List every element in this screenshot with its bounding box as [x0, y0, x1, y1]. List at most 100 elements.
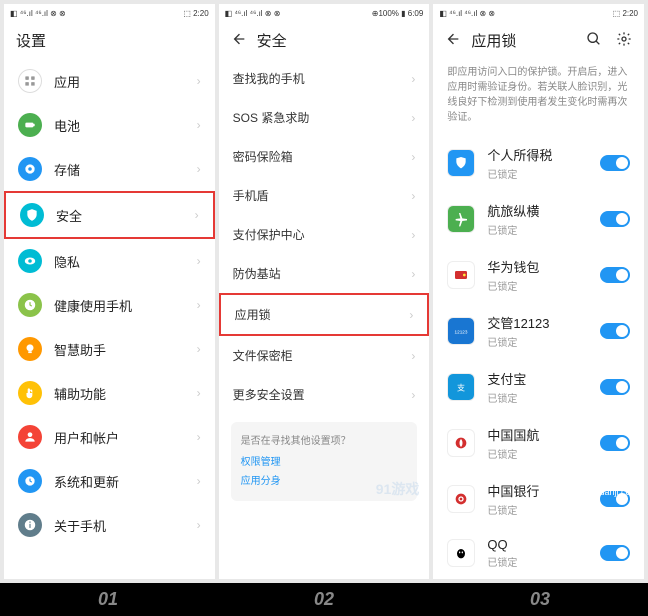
app-row-6: 中国银行已锁定 — [433, 471, 644, 527]
security-row-0[interactable]: 查找我的手机› — [219, 59, 430, 98]
toggle-switch[interactable] — [600, 379, 630, 395]
toggle-switch[interactable] — [600, 267, 630, 283]
row-label: SOS 紧急求助 — [233, 109, 310, 126]
status-left: ◧ ⁴⁶.ıl ⁴⁶.ıl ⊗ ⊗ — [439, 9, 495, 18]
settings-row-10[interactable]: 关于手机› — [4, 503, 215, 547]
row-label: 手机盾 — [233, 187, 269, 204]
app-row-2: 华为钱包已锁定 — [433, 247, 644, 303]
app-row-7: QQ 已锁定 — [433, 527, 644, 579]
settings-row-4[interactable]: 隐私› — [4, 239, 215, 283]
security-row-8[interactable]: 更多安全设置› — [219, 375, 430, 414]
settings-panel: ◧ ⁴⁶.ıl ⁴⁶.ıl ⊗ ⊗ ⬚ 2:20 设置 应用›电池›存储›安全›… — [4, 4, 215, 579]
settings-row-5[interactable]: 健康使用手机› — [4, 283, 215, 327]
chevron-right-icon: › — [197, 386, 201, 400]
security-row-1[interactable]: SOS 紧急求助› — [219, 98, 430, 137]
row-icon — [18, 69, 42, 93]
row-icon — [18, 381, 42, 405]
row-icon — [18, 113, 42, 137]
chevron-right-icon: › — [409, 308, 413, 322]
settings-list: 应用›电池›存储›安全›隐私›健康使用手机›智慧助手›辅助功能›用户和帐户›系统… — [4, 59, 215, 579]
step-2: 02 — [216, 589, 432, 610]
app-label: 华为钱包 — [487, 257, 600, 276]
app-row-4: 支支付宝已锁定 — [433, 359, 644, 415]
settings-row-2[interactable]: 存储› — [4, 147, 215, 191]
footer-url: 91danji.com — [589, 487, 638, 497]
watermark: 91游戏 — [376, 479, 420, 499]
row-label: 系统和更新 — [54, 472, 197, 491]
step-3: 03 — [432, 589, 648, 610]
app-label: 交管12123 — [487, 313, 600, 332]
row-icon — [18, 425, 42, 449]
app-label: 中国国航 — [487, 425, 600, 444]
security-list: 查找我的手机›SOS 紧急求助›密码保险箱›手机盾›支付保护中心›防伪基站›应用… — [219, 59, 430, 579]
description: 即应用访问入口的保护锁。开启后，进入应用时需验证身份。若关联人脸识别，光线良好下… — [433, 59, 644, 135]
app-icon — [447, 205, 475, 233]
info-title: 是否在寻找其他设置项？ — [241, 432, 408, 447]
chevron-right-icon: › — [197, 162, 201, 176]
gear-icon[interactable] — [616, 31, 632, 51]
row-label: 密码保险箱 — [233, 148, 293, 165]
chevron-right-icon: › — [197, 74, 201, 88]
app-label: QQ — [487, 537, 600, 552]
row-label: 更多安全设置 — [233, 386, 305, 403]
app-label: 中国银行 — [487, 481, 600, 500]
settings-row-9[interactable]: 系统和更新› — [4, 459, 215, 503]
app-status: 已锁定 — [487, 554, 600, 569]
search-icon[interactable] — [586, 31, 602, 51]
row-icon — [18, 337, 42, 361]
chevron-right-icon: › — [411, 267, 415, 281]
row-label: 用户和帐户 — [54, 428, 197, 447]
app-icon — [447, 485, 475, 513]
row-label: 文件保密柜 — [233, 347, 293, 364]
app-row-3: 12123交管12123已锁定 — [433, 303, 644, 359]
footer-watermark: 91 游戏 — [584, 446, 638, 470]
step-1: 01 — [0, 589, 216, 610]
settings-row-8[interactable]: 用户和帐户› — [4, 415, 215, 459]
app-label: 个人所得税 — [487, 145, 600, 164]
row-label: 隐私 — [54, 252, 197, 271]
settings-row-7[interactable]: 辅助功能› — [4, 371, 215, 415]
app-status: 已锁定 — [487, 278, 600, 293]
security-row-6[interactable]: 应用锁 › — [219, 293, 430, 336]
app-label: 航旅纵横 — [487, 201, 600, 220]
toggle-switch[interactable] — [600, 323, 630, 339]
security-row-2[interactable]: 密码保险箱 › — [219, 137, 430, 176]
security-row-4[interactable]: 支付保护中心› — [219, 215, 430, 254]
chevron-right-icon: › — [197, 298, 201, 312]
row-icon — [18, 513, 42, 537]
toggle-switch[interactable] — [600, 211, 630, 227]
row-label: 存储 — [54, 160, 197, 179]
back-icon[interactable] — [445, 31, 461, 51]
settings-row-1[interactable]: 电池› — [4, 103, 215, 147]
row-label: 智慧助手 — [54, 340, 197, 359]
chevron-right-icon: › — [197, 254, 201, 268]
app-status: 已锁定 — [487, 502, 600, 517]
chevron-right-icon: › — [411, 72, 415, 86]
app-row-0: 个人所得税已锁定 — [433, 135, 644, 191]
security-row-3[interactable]: 手机盾› — [219, 176, 430, 215]
back-icon[interactable] — [231, 31, 247, 51]
row-icon — [18, 293, 42, 317]
settings-row-6[interactable]: 智慧助手› — [4, 327, 215, 371]
status-left: ◧ ⁴⁶.ıl ⁴⁶.ıl ⊗ ⊗ — [225, 9, 281, 18]
row-label: 辅助功能 — [54, 384, 197, 403]
row-label: 健康使用手机 — [54, 296, 197, 315]
chevron-right-icon: › — [411, 150, 415, 164]
row-icon — [18, 469, 42, 493]
settings-row-3[interactable]: 安全› — [4, 191, 215, 239]
chevron-right-icon: › — [197, 118, 201, 132]
toggle-switch[interactable] — [600, 545, 630, 561]
step-bar: 01 02 03 91 游戏 91danji.com — [0, 583, 648, 616]
info-link[interactable]: 权限管理 — [241, 453, 408, 468]
row-label: 应用锁 — [235, 306, 271, 323]
row-label: 关于手机 — [54, 516, 197, 535]
toggle-switch[interactable] — [600, 155, 630, 171]
settings-row-0[interactable]: 应用› — [4, 59, 215, 103]
app-icon: 12123 — [447, 317, 475, 345]
security-row-5[interactable]: 防伪基站› — [219, 254, 430, 293]
status-bar: ◧ ⁴⁶.ıl ⁴⁶.ıl ⊗ ⊗ ⊕100% ▮ 6:09 — [219, 4, 430, 22]
security-row-7[interactable]: 文件保密柜› — [219, 336, 430, 375]
svg-text:12123: 12123 — [455, 330, 468, 335]
row-label: 应用 — [54, 72, 197, 91]
row-label: 支付保护中心 — [233, 226, 305, 243]
